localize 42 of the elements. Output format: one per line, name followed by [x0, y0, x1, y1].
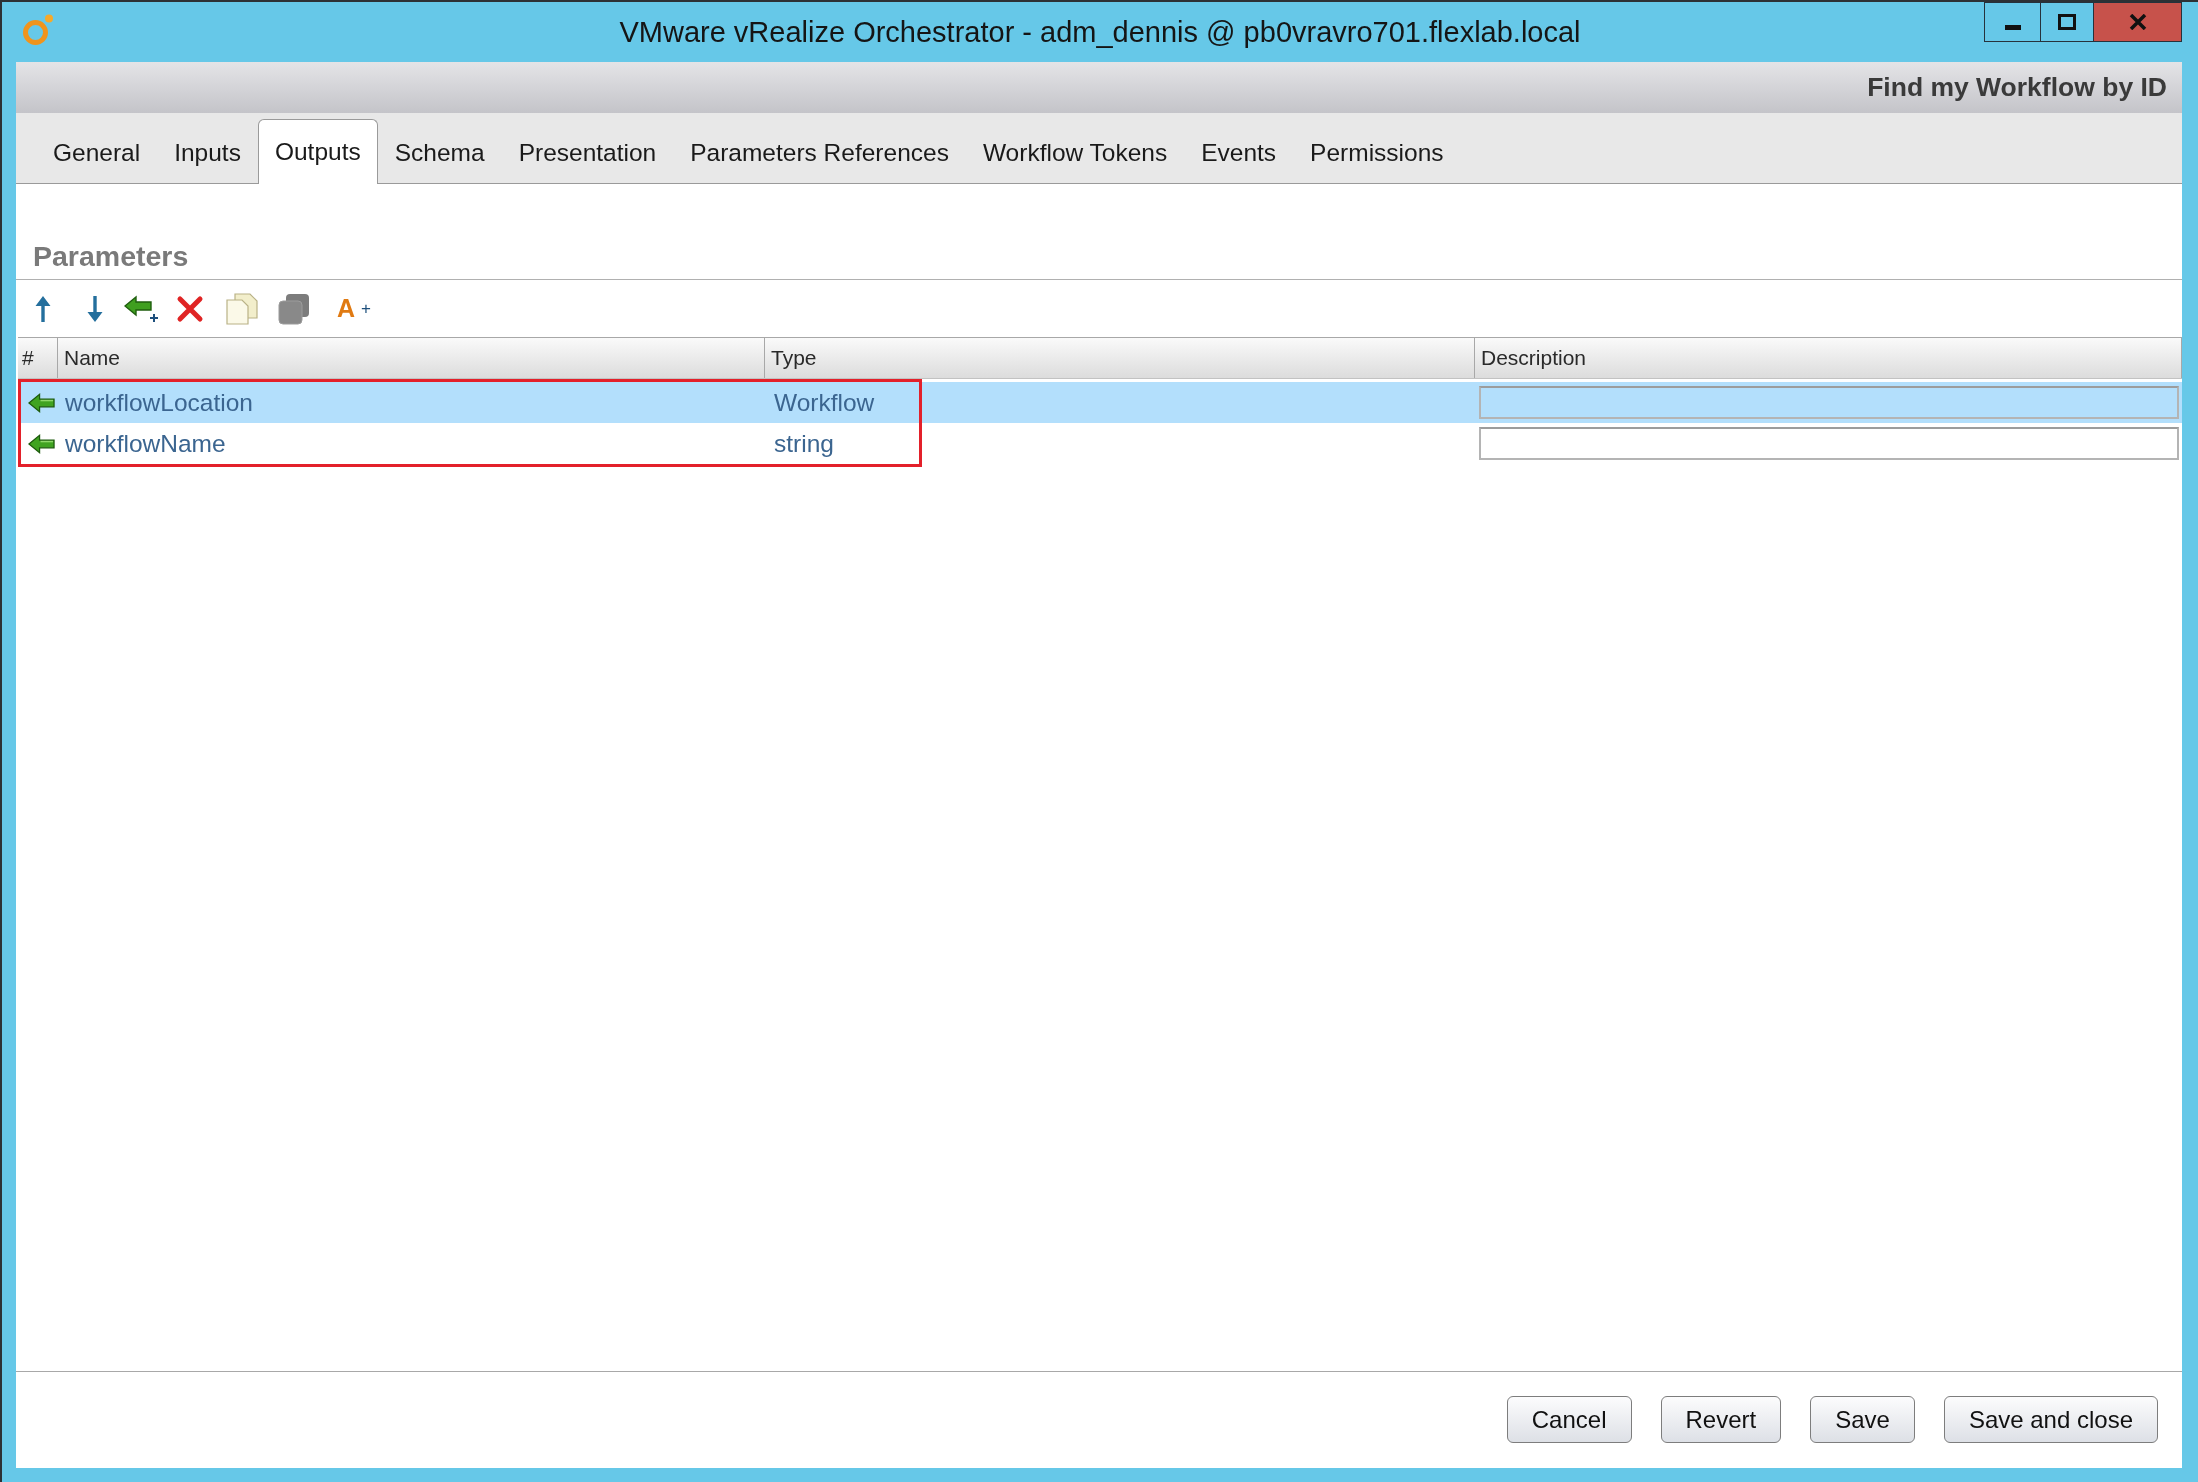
dialog-button[interactable]: Cancel — [1506, 1396, 1632, 1443]
workflow-title: Find my Workflow by ID — [1867, 72, 2167, 103]
minimize-icon — [2004, 24, 2021, 30]
tab[interactable]: Parameters References — [673, 120, 966, 184]
maximize-icon — [2058, 14, 2076, 30]
tab[interactable]: General — [36, 120, 158, 184]
column-heading: # — [18, 338, 58, 378]
ring-logo-icon — [22, 14, 54, 46]
tab[interactable]: Permissions — [1293, 120, 1461, 184]
minimize-button[interactable] — [1984, 2, 2040, 42]
section-heading: Parameters — [33, 239, 189, 274]
parameter-type: Workflow — [774, 388, 875, 417]
close-button[interactable] — [2094, 2, 2182, 42]
tab[interactable]: Inputs — [157, 120, 258, 184]
maximize-button[interactable] — [2040, 2, 2094, 42]
column-heading: Type — [765, 338, 1475, 378]
parameter-name: workflowLocation — [65, 388, 253, 417]
arrow-up-icon[interactable] — [33, 294, 53, 323]
tab[interactable]: Outputs — [257, 119, 378, 184]
arrow-left-icon — [28, 392, 55, 413]
delete-icon[interactable] — [176, 294, 204, 323]
dialog-button[interactable]: Save — [1810, 1396, 1915, 1443]
parameter-name: workflowName — [65, 429, 226, 458]
tab[interactable]: Schema — [377, 120, 502, 184]
add-attribute-button[interactable]: A + — [337, 294, 371, 323]
dialog-button[interactable]: Revert — [1660, 1396, 1782, 1443]
dialog-button[interactable]: Save and close — [1943, 1396, 2158, 1443]
window-title: VMware vRealize Orchestrator - adm_dennis @ pb0vravro701.flexlab.local — [619, 15, 1581, 49]
parameter-type: string — [774, 429, 834, 458]
tab[interactable]: Presentation — [501, 120, 674, 184]
table-row[interactable]: workflowLocation Workflow — [18, 382, 2182, 423]
close-icon — [2128, 14, 2147, 30]
add-arrow-icon[interactable] — [124, 294, 160, 323]
column-heading: Description — [1475, 338, 2182, 378]
column-heading: Name — [58, 338, 765, 378]
arrow-left-icon — [28, 433, 55, 454]
description-field[interactable] — [1479, 427, 2179, 460]
description-field[interactable] — [1479, 386, 2179, 419]
tab[interactable]: Events — [1184, 120, 1294, 184]
tab[interactable]: Workflow Tokens — [965, 120, 1185, 184]
table-row[interactable]: workflowName string — [18, 423, 2182, 464]
arrow-down-icon[interactable] — [85, 294, 105, 323]
